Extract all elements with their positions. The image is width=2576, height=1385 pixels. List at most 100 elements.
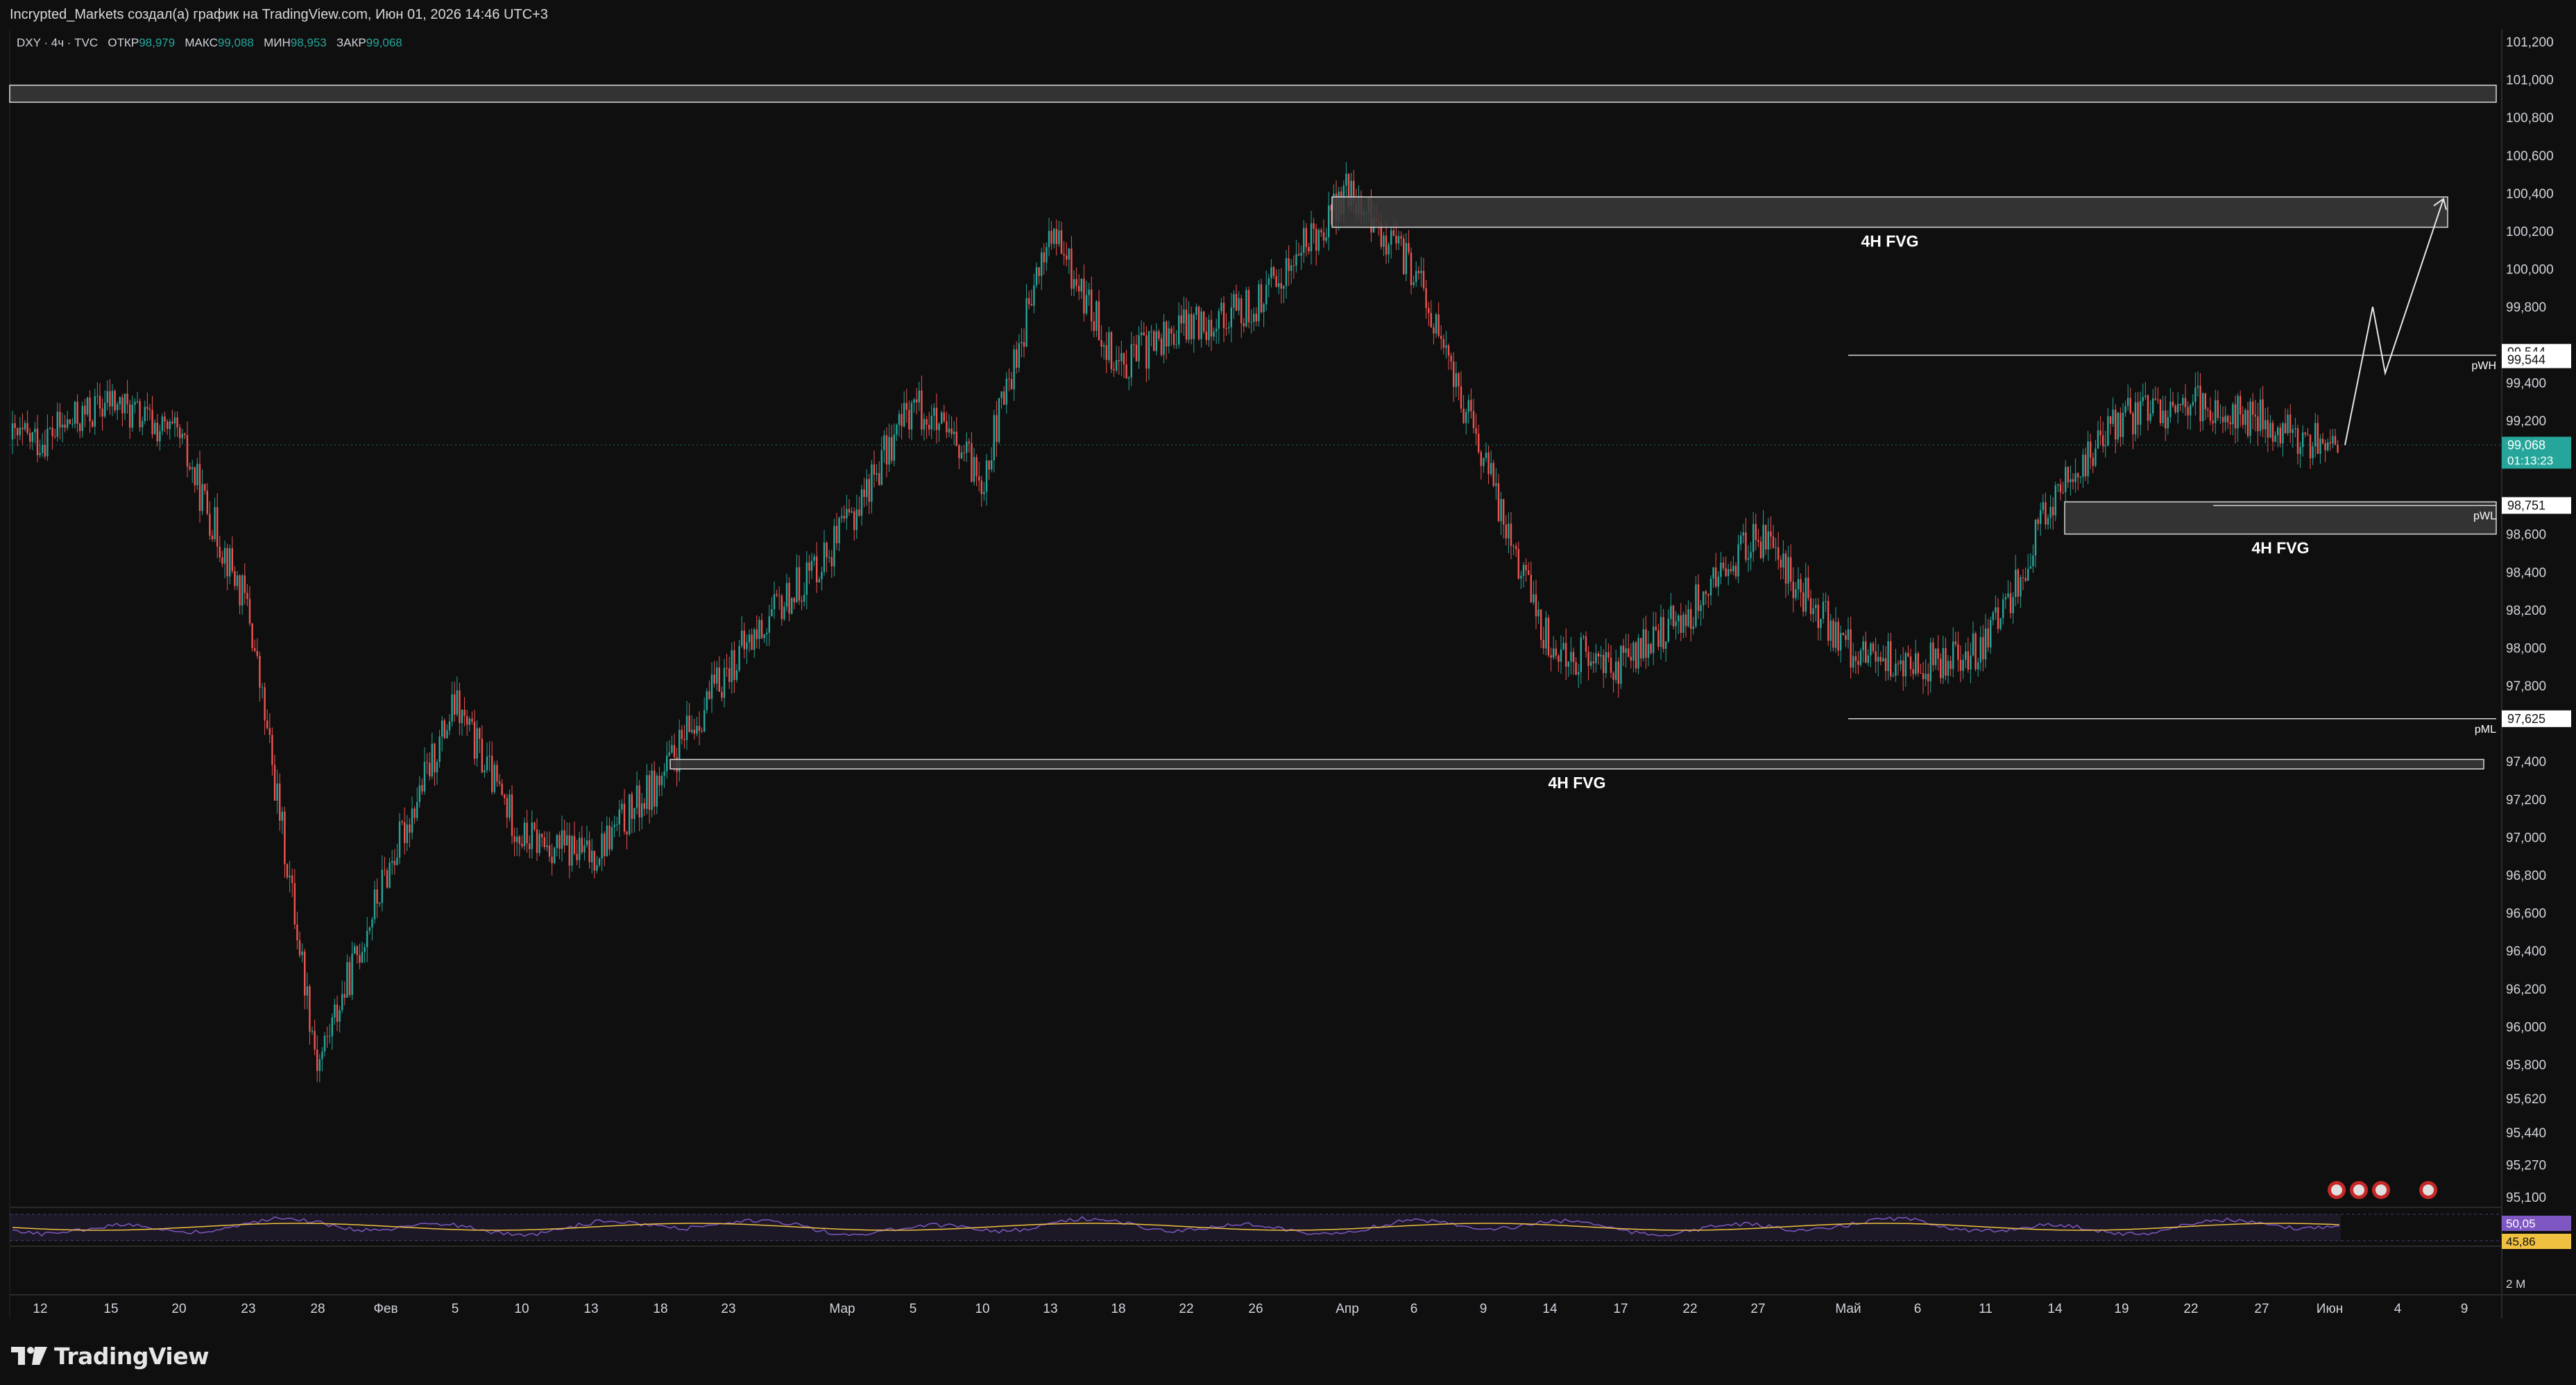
price-axis-tick: 95,440 [2506,1126,2546,1141]
candle-body [751,634,753,650]
time-axis-tick: 5 [910,1302,917,1316]
level-label: pWH [2471,360,2496,372]
candle-body [443,720,445,738]
candle-body [341,994,343,1010]
candle-body [2152,398,2154,414]
candle-body [1383,235,1385,247]
candle-body [1113,368,1115,371]
candle-body [2204,393,2206,409]
candle-body [17,427,19,436]
time-axis-tick: 28 [310,1302,325,1316]
candle-body [29,432,31,442]
legend-symbol: DXY · 4ч · TVC [17,36,99,49]
candle-body [851,511,853,513]
candle-body [1915,653,1917,674]
candle-body [79,423,81,432]
candle-body [2227,416,2229,423]
candle-body [1050,230,1052,244]
candle-body [1592,661,1594,663]
candle-body [1285,258,1288,287]
candle-body [423,762,426,792]
level-label: pML [2475,724,2496,736]
candle-body [306,986,308,996]
candle-body [2104,445,2106,447]
candle-body [781,595,783,620]
candle-body [1610,657,1612,673]
candle-body [878,473,880,485]
candle-body [2107,416,2109,446]
price-axis-tick: 96,600 [2506,907,2546,921]
candle-body [221,557,223,564]
candle-body [491,756,493,792]
candle-body [1650,643,1652,654]
candle-body [716,667,718,684]
candle-body [506,798,508,818]
candle-body [1684,614,1687,627]
candle-body [348,962,351,995]
candle-body [1313,223,1315,229]
candle-body [191,467,194,470]
candle-body [1028,298,1030,305]
candle-body [2249,401,2251,436]
candle-body [1078,285,1080,292]
candle-body [286,864,289,878]
legend-high-value: 99,088 [217,36,254,49]
candle-body [626,831,628,835]
candle-body [2119,412,2122,437]
candle-body [1732,566,1734,572]
candle-body [656,775,658,807]
candle-body [1500,499,1502,522]
candle-body [776,594,778,596]
candle-body [983,491,985,495]
candle-body [2065,466,2067,493]
candle-body [623,804,626,832]
candle-body [1709,578,1712,596]
candle-body [421,785,423,792]
candle-body [876,473,878,475]
candle-body [1128,377,1130,379]
candle-body [1245,289,1247,327]
candle-body [219,546,221,558]
candle-body [1605,652,1607,674]
candle-body [1480,452,1482,466]
candle-body [805,562,808,595]
candle-body [835,525,838,543]
candle-body [2246,410,2249,436]
candle-body [935,407,938,430]
candle-body [1797,579,1800,589]
candle-body [1016,349,1018,368]
candle-body [1570,652,1572,662]
time-axis-tick: 10 [514,1302,529,1316]
price-badge-text: 97,625 [2507,712,2545,726]
tradingview-logo[interactable]: TradingView [11,1341,210,1371]
candle-body [723,668,726,698]
candle-body [998,398,1000,442]
candle-body [471,718,473,722]
time-axis-tick: 14 [2047,1302,2063,1316]
candle-body [1977,662,1979,670]
candle-body [509,794,511,818]
candle-body [693,729,695,734]
candle-body [159,431,161,442]
candle-body [351,953,353,995]
candle-body [2017,569,2019,597]
time-axis-tick: Май [1835,1302,1861,1316]
candle-body [1228,327,1230,328]
candle-body [1240,298,1243,323]
candle-body [973,457,975,482]
candle-body [2197,385,2199,388]
candle-body [1405,243,1407,275]
price-chart[interactable]: 4H FVG 4H FVG 4H FVG pWH pWL pML 50,05 45,86 2… [0,0,2576,1332]
time-axis-tick: 5 [452,1302,459,1316]
candle-body [451,694,453,722]
candle-body [1422,271,1425,289]
candle-body [1550,655,1552,658]
candle-body [301,951,303,955]
candle-body [1617,661,1619,684]
candle-body [1080,278,1082,292]
candle-body [1522,565,1525,576]
candle-body [1620,645,1622,684]
candle-body [1530,575,1532,603]
candle-body [1492,463,1494,486]
candle-body [2282,423,2284,443]
